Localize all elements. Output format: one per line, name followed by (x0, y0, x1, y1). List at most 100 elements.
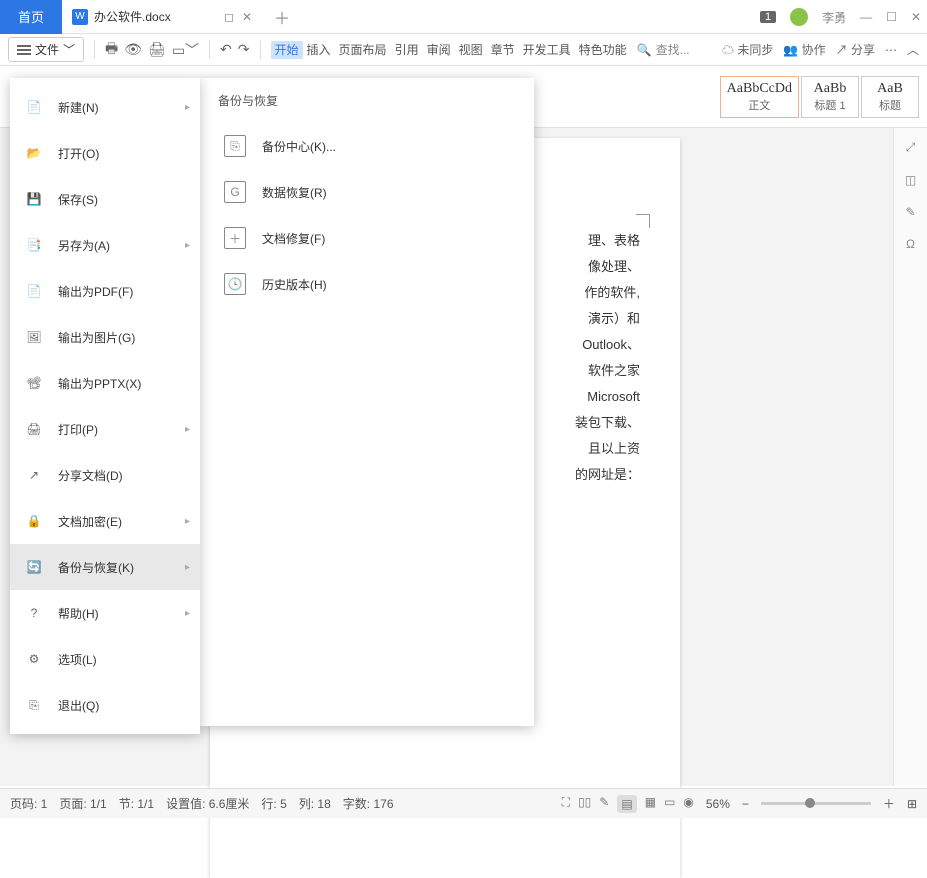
maximize-icon[interactable]: ☐ (886, 10, 897, 24)
status-col[interactable]: 列: 18 (299, 795, 331, 812)
apps-icon[interactable]: ⊞ (907, 797, 917, 811)
style-1[interactable]: AaBb标题 1 (801, 76, 859, 118)
avatar[interactable] (790, 8, 808, 26)
reading-view-icon[interactable]: ▯▯ (578, 795, 591, 813)
pdf-icon: 📄 (24, 281, 44, 301)
file-menu-pdf[interactable]: 📄输出为PDF(F) (10, 268, 200, 314)
fm-label: 另存为(A) (58, 237, 110, 254)
dropdown-icon[interactable]: ▭﹀ (172, 40, 199, 60)
style-0[interactable]: AaBbCcDd正文 (720, 76, 799, 118)
menu-tab-0[interactable]: 开始 (271, 41, 303, 59)
file-menu-save[interactable]: 💾 保存(S) (10, 176, 200, 222)
search-box[interactable]: 🔍 查找... (637, 41, 690, 58)
submenu-icon-3: 🕓 (224, 273, 246, 295)
status-page-no[interactable]: 页码: 1 (10, 795, 47, 812)
fullscreen-icon[interactable]: ⛶ (562, 795, 570, 813)
more-icon[interactable]: ⋯ (885, 43, 897, 57)
zoom-out-icon[interactable]: − (742, 797, 749, 811)
file-menu-help[interactable]: ?帮助(H)▸ (10, 590, 200, 636)
new-tab-button[interactable]: ＋ (262, 5, 302, 29)
rail-pencil-icon[interactable]: ✎ (905, 205, 915, 219)
print-icon[interactable]: 🖶 (105, 38, 118, 62)
tab-monitor-icon[interactable]: ◻ (224, 10, 234, 24)
submenu-item-2[interactable]: ＋文档修复(F) (218, 215, 516, 261)
file-menu-img[interactable]: 🖼输出为图片(G) (10, 314, 200, 360)
close-icon[interactable]: ✕ (911, 10, 921, 24)
edit-view-icon[interactable]: ✎ (599, 795, 609, 813)
focus-view-icon[interactable]: ◉ (683, 795, 693, 813)
collab-button[interactable]: 👥 协作 (783, 41, 825, 58)
fm-label: 备份与恢复(K) (58, 559, 134, 576)
chevron-right-icon: ▸ (185, 608, 190, 619)
doc-icon: W (72, 9, 88, 25)
submenu-label: 文档修复(F) (262, 230, 325, 247)
chevron-down-icon: ﹀ (63, 41, 75, 58)
file-menu-exit[interactable]: ⎘退出(Q) (10, 682, 200, 728)
submenu-item-3[interactable]: 🕓 历史版本(H) (218, 261, 516, 307)
chevron-right-icon: ▸ (185, 102, 190, 113)
fm-label: 打印(P) (58, 421, 98, 438)
submenu-title: 备份与恢复 (218, 92, 516, 109)
fm-label: 输出为图片(G) (58, 329, 135, 346)
open-icon: 📂 (24, 143, 44, 163)
fm-label: 退出(Q) (58, 697, 99, 714)
outline-view-icon[interactable]: ▦ (645, 795, 656, 813)
save-icon[interactable]: 🖨 (148, 41, 166, 58)
file-menu-saveas[interactable]: 📑另存为(A)▸ (10, 222, 200, 268)
rail-style-icon[interactable]: ◫ (905, 173, 916, 187)
menu-tab-2[interactable]: 页面布局 (335, 43, 391, 57)
save-icon: 💾 (24, 189, 44, 209)
notification-badge[interactable]: 1 (760, 11, 776, 23)
file-menu-new[interactable]: 📄新建(N)▸ (10, 84, 200, 130)
menu-tab-1[interactable]: 插入 (303, 43, 335, 57)
titlebar: 首页 W 办公软件.docx ◻ ✕ ＋ 1 李勇 ― ☐ ✕ (0, 0, 927, 34)
print-icon: 🖨 (24, 419, 44, 439)
status-section[interactable]: 节: 1/1 (119, 795, 154, 812)
submenu-label: 历史版本(H) (262, 276, 327, 293)
submenu-label: 数据恢复(R) (262, 184, 327, 201)
collapse-ribbon-icon[interactable]: ︿ (907, 41, 919, 58)
status-pages[interactable]: 页面: 1/1 (59, 795, 106, 812)
menu-tab-7[interactable]: 开发工具 (519, 43, 575, 57)
submenu-item-0[interactable]: ⎘备份中心(K)... (218, 123, 516, 169)
share-button[interactable]: ↗ 分享 (836, 41, 875, 58)
rail-omega-icon[interactable]: Ω (906, 237, 915, 251)
file-menu-options[interactable]: ⚙选项(L) (10, 636, 200, 682)
fm-label: 帮助(H) (58, 605, 99, 622)
chevron-right-icon: ▸ (185, 516, 190, 527)
rail-nav-icon[interactable]: ⤢ (906, 140, 916, 155)
web-view-icon[interactable]: ▭ (664, 795, 675, 813)
menu-tab-4[interactable]: 审阅 (423, 43, 455, 57)
undo-icon[interactable]: ↶ (220, 41, 232, 58)
zoom-in-icon[interactable]: ＋ (883, 795, 895, 812)
menu-tab-8[interactable]: 特色功能 (575, 43, 631, 57)
file-menu-share[interactable]: ↗分享文档(D) (10, 452, 200, 498)
menu-tab-3[interactable]: 引用 (391, 43, 423, 57)
menu-tab-5[interactable]: 视图 (455, 43, 487, 57)
zoom-slider[interactable] (761, 802, 871, 805)
style-2[interactable]: AaB标题 (861, 76, 919, 118)
preview-icon[interactable]: 👁 (124, 41, 142, 58)
file-menu-open[interactable]: 📂打开(O) (10, 130, 200, 176)
page-view-icon[interactable]: ▤ (617, 795, 636, 813)
file-menu-print[interactable]: 🖨打印(P)▸ (10, 406, 200, 452)
status-words[interactable]: 字数: 176 (343, 795, 394, 812)
zoom-value[interactable]: 56% (706, 797, 730, 811)
file-menu-pptx[interactable]: 📽输出为PPTX(X) (10, 360, 200, 406)
document-tab[interactable]: W 办公软件.docx ◻ ✕ (62, 0, 262, 34)
file-menu-backup[interactable]: 🔄备份与恢复(K)▸ (10, 544, 200, 590)
menu-tab-6[interactable]: 章节 (487, 43, 519, 57)
status-setval[interactable]: 设置值: 6.6厘米 (166, 795, 249, 812)
status-bar: 页码: 1 页面: 1/1 节: 1/1 设置值: 6.6厘米 行: 5 列: … (0, 788, 927, 818)
sync-button[interactable]: ☁ 未同步 (722, 41, 773, 58)
redo-icon[interactable]: ↷ (238, 41, 250, 58)
tab-close-icon[interactable]: ✕ (242, 10, 252, 24)
tab-actions: ◻ ✕ (224, 10, 252, 24)
submenu-item-1[interactable]: G数据恢复(R) (218, 169, 516, 215)
file-menu-lock[interactable]: 🔒文档加密(E)▸ (10, 498, 200, 544)
fm-label: 保存(S) (58, 191, 98, 208)
file-menu-button[interactable]: 文件 ﹀ (8, 37, 84, 62)
status-row[interactable]: 行: 5 (261, 795, 286, 812)
minimize-icon[interactable]: ― (860, 10, 872, 24)
home-tab[interactable]: 首页 (0, 0, 62, 34)
